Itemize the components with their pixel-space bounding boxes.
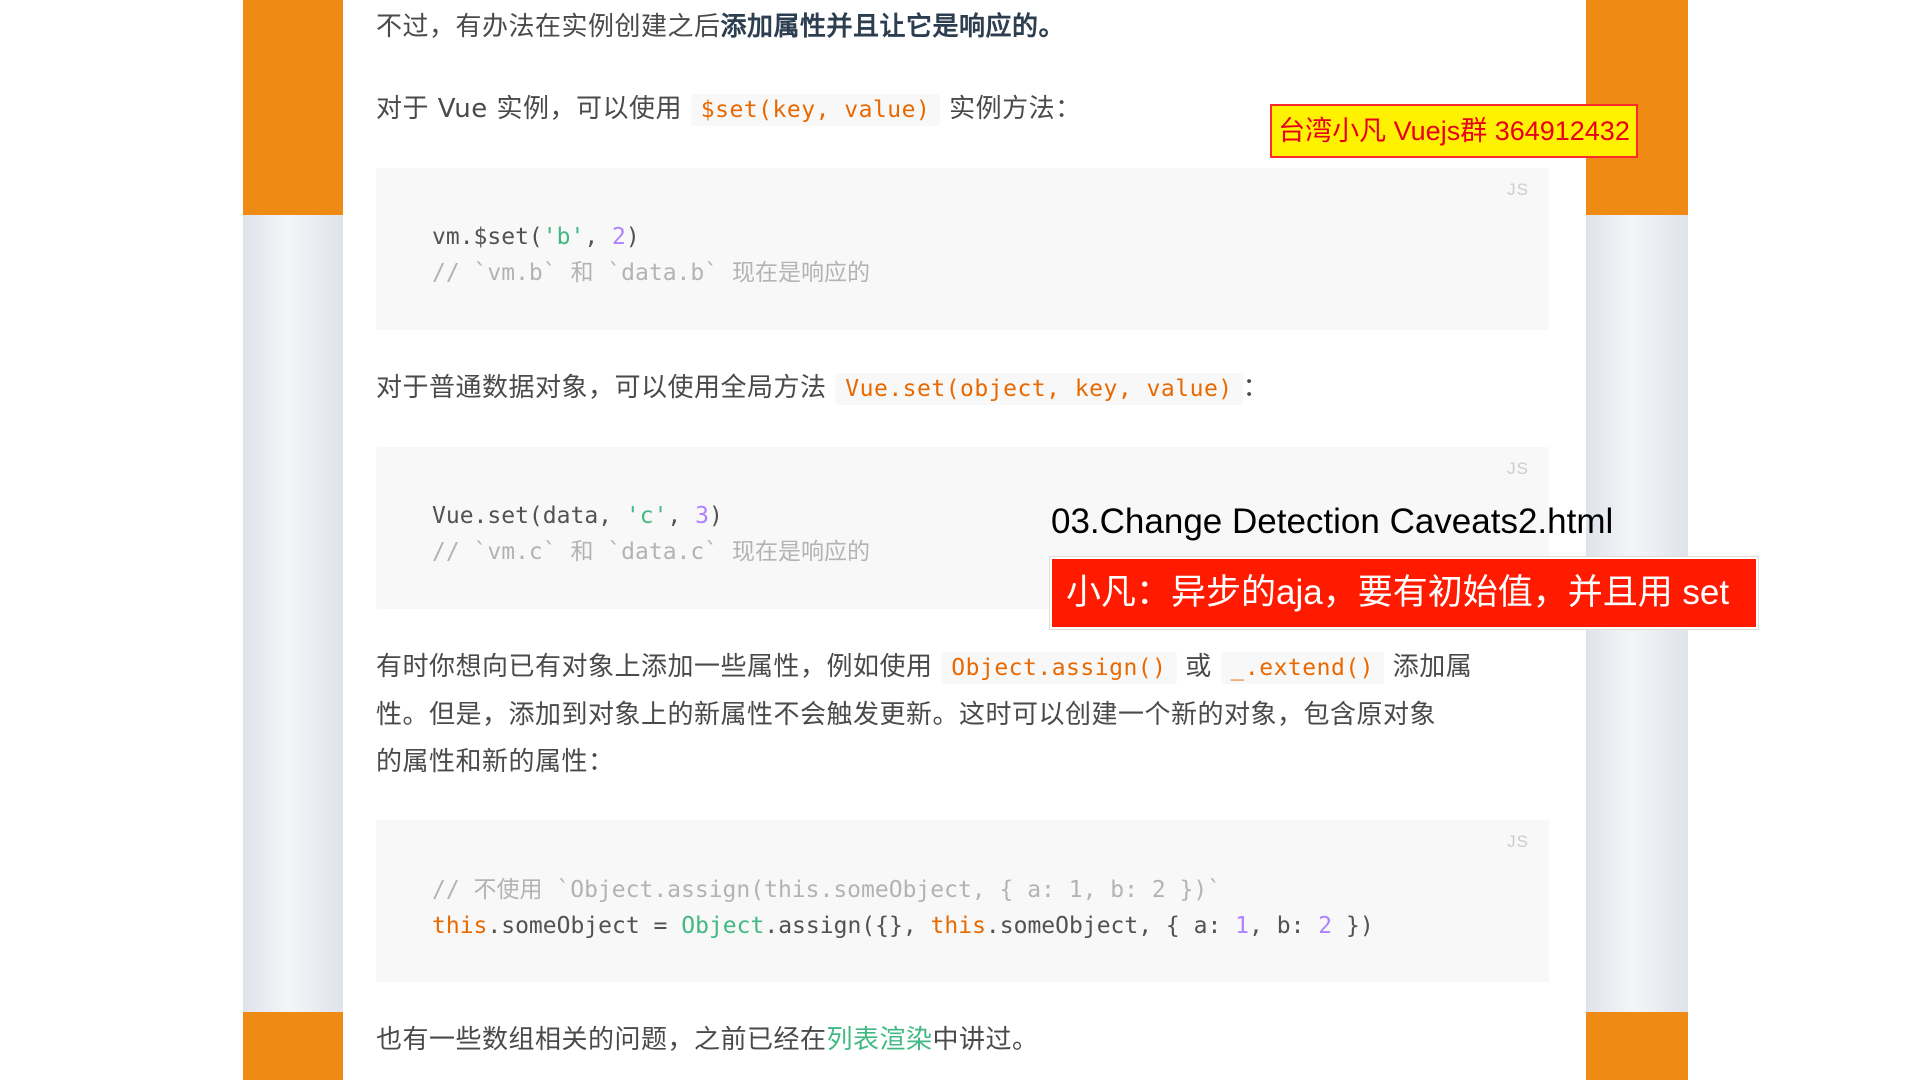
p2-suffix: 实例方法： <box>949 94 1082 124</box>
code-block-3: JS // 不使用 `Object.assign(this.someObject… <box>376 820 1549 982</box>
intro-paragraph: 不过，有办法在实例创建之后添加属性并且让它是响应的。 <box>376 4 1065 51</box>
inline-code-extend: _.extend() <box>1220 652 1385 684</box>
p4-line-1: 有时你想向已有对象上添加一些属性，例如使用 Object.assign() 或 … <box>376 652 1473 684</box>
code-lang-label: JS <box>1507 459 1529 478</box>
group-badge: 台湾小凡 Vuejs群 364912432 <box>1270 104 1638 158</box>
array-caveat-paragraph: 也有一些数组相关的问题，之前已经在列表渲染中讲过。 <box>376 1025 1039 1055</box>
vue-instance-paragraph: 对于 Vue 实例，可以使用 $set(key, value) 实例方法： <box>376 86 1082 134</box>
code-lang-label: JS <box>1507 832 1529 851</box>
object-assign-paragraph: 有时你想向已有对象上添加一些属性，例如使用 Object.assign() 或 … <box>376 644 1556 786</box>
code-block-1: JS vm.$set('b', 2) // `vm.b` 和 `data.b` … <box>376 168 1549 330</box>
inline-code-vue-set: Vue.set(object, key, value) <box>835 373 1243 405</box>
intro-bold-text: 添加属性并且让它是响应的。 <box>720 12 1066 42</box>
inline-code-set: $set(key, value) <box>690 94 941 126</box>
p4-line-2: 性。但是，添加到对象上的新属性不会触发更新。这时可以创建一个新的对象，包含原对象 <box>376 700 1437 730</box>
global-set-paragraph: 对于普通数据对象，可以使用全局方法 Vue.set(object, key, v… <box>376 365 1269 413</box>
code-block-1-content: vm.$set('b', 2) // `vm.b` 和 `data.b` 现在是… <box>432 224 870 286</box>
p3-suffix: ： <box>1242 373 1270 403</box>
code-lang-label: JS <box>1507 180 1529 199</box>
code-block-3-content: // 不使用 `Object.assign(this.someObject, {… <box>432 877 1374 939</box>
p3-prefix: 对于普通数据对象，可以使用全局方法 <box>376 373 827 403</box>
left-bottom-decoration <box>243 1012 343 1080</box>
left-top-decoration <box>243 0 343 215</box>
list-rendering-link[interactable]: 列表渲染 <box>827 1025 933 1055</box>
code-block-2-content: Vue.set(data, 'c', 3) // `vm.c` 和 `data.… <box>432 503 870 565</box>
inline-code-object-assign: Object.assign() <box>941 652 1177 684</box>
intro-text: 不过，有办法在实例创建之后 <box>376 12 721 42</box>
annotation-banner: 小凡：异步的aja，要有初始值，并且用 set <box>1050 557 1758 629</box>
file-name-label: 03.Change Detection Caveats2.html <box>1051 502 1614 541</box>
p2-prefix: 对于 Vue 实例，可以使用 <box>376 94 683 124</box>
p4-line-3: 的属性和新的属性： <box>376 747 615 777</box>
right-bottom-decoration <box>1586 1012 1688 1080</box>
